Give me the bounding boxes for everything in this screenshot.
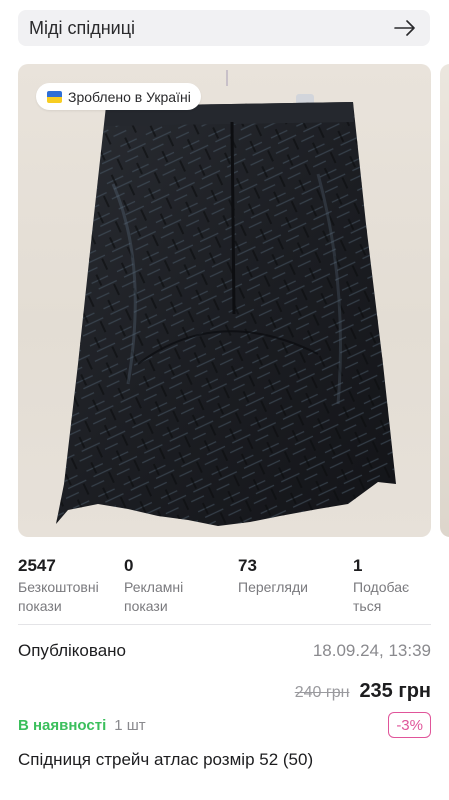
published-row: Опубліковано 18.09.24, 13:39 [18,640,431,662]
stat-label-line2: ться [353,598,382,614]
old-price: 240 грн [294,684,350,701]
category-label: Міді спідниці [29,17,136,38]
ukraine-flag-icon [47,90,62,103]
next-photo-preview[interactable] [440,64,449,537]
photo-gallery[interactable] [0,64,449,537]
product-photo[interactable] [18,64,431,537]
stat-label-line1: Рекламні [124,579,184,595]
arrow-right-icon [394,20,415,36]
category-link[interactable]: Міді спідниці [18,10,430,46]
stat-label-line1: Безкоштовні [18,579,99,595]
product-title: Спідниця стрейч атлас розмір 52 (50) [18,750,314,769]
stat-value: 73 [238,556,257,575]
current-price: 235 грн [359,680,431,702]
published-date: 18.09.24, 13:39 [312,641,431,660]
stock-status: В наявності [18,716,107,734]
stat-views: 73 Перегляди [238,556,308,597]
stat-label-line2: покази [124,598,168,614]
stat-likes: 1 Подобає ться [353,556,409,616]
published-label: Опубліковано [18,641,127,660]
stock-quantity: 1 шт [114,716,146,734]
price-row: 240 грн 235 грн [18,680,431,708]
divider [18,624,431,625]
stat-label-line1: Перегляди [238,579,308,595]
discount-badge: -3% [388,712,431,738]
stat-label-line1: Подобає [353,579,410,595]
stat-free-impressions: 2547 Безкоштовні покази [18,556,99,616]
stat-ad-impressions: 0 Рекламні покази [124,556,183,616]
stock-row: В наявності 1 шт -3% [18,712,431,738]
stat-label-line2: покази [18,598,62,614]
stat-value: 0 [124,556,134,575]
stat-value: 2547 [18,556,56,575]
made-in-ukraine-badge: Зроблено в Україні [36,83,201,110]
badge-text: Зроблено в Україні [68,88,191,105]
skirt-image [56,70,396,526]
listing-stats: 2547 Безкоштовні покази 0 Рекламні показ… [18,556,431,620]
stat-value: 1 [353,556,363,575]
